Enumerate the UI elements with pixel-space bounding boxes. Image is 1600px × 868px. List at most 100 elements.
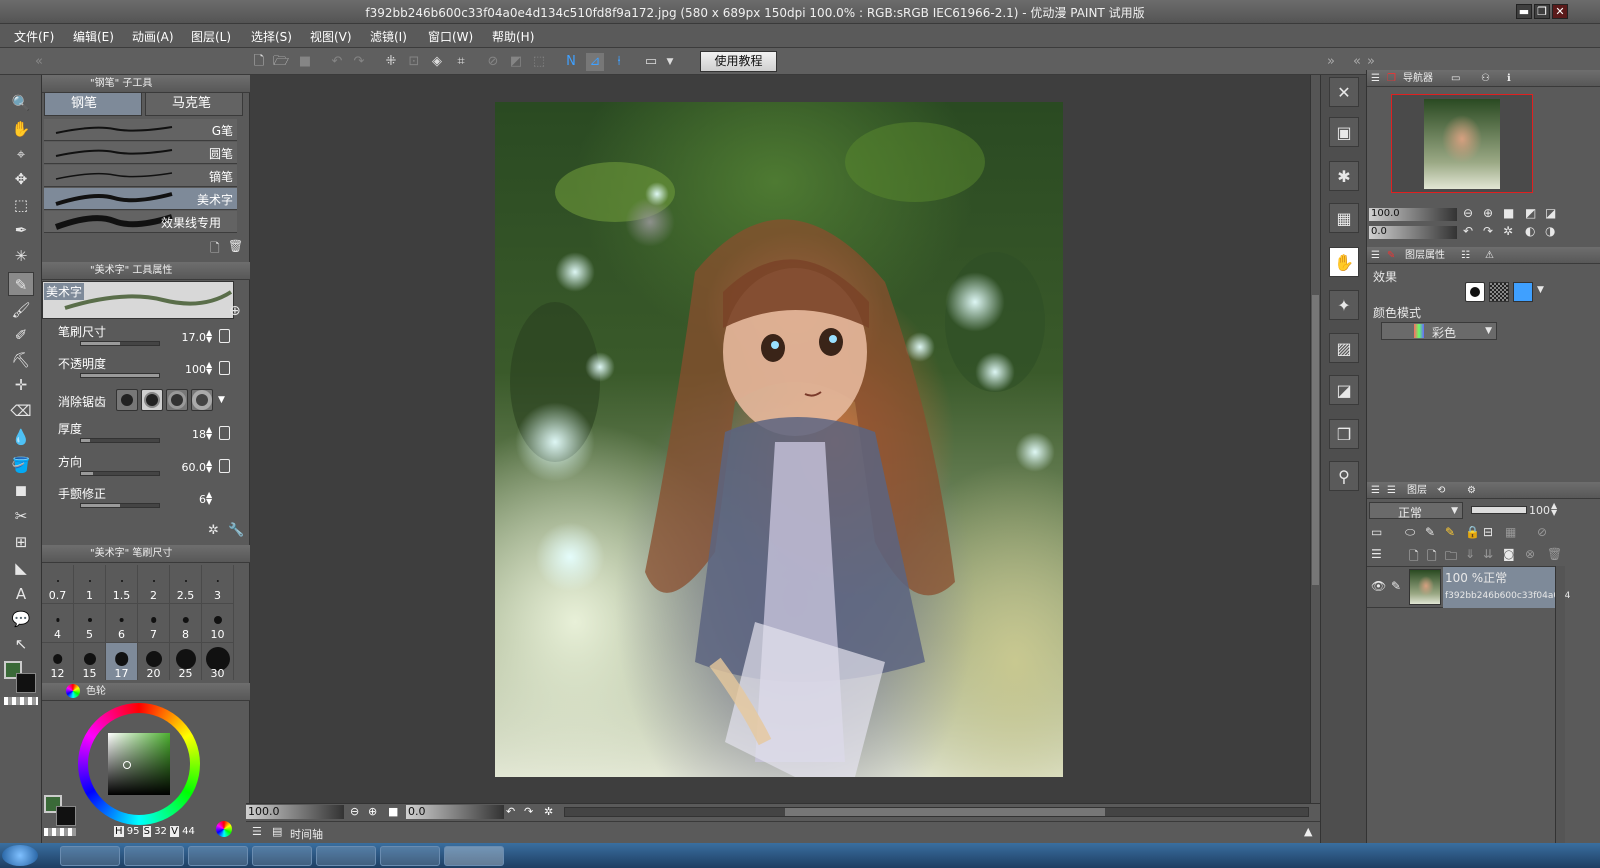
- menu-animation[interactable]: 动画(A): [132, 28, 174, 45]
- new-file-icon[interactable]: 🗋: [250, 53, 268, 71]
- material-close-icon[interactable]: ✕: [1329, 77, 1359, 107]
- eyedropper-tool-icon[interactable]: ✒: [8, 218, 34, 242]
- airbrush-tool-icon[interactable]: ⛏: [8, 348, 34, 372]
- pencil-tool-icon[interactable]: 🖌: [8, 298, 34, 322]
- sub-color-chip[interactable]: [56, 806, 76, 826]
- antialias-strong-button[interactable]: [191, 389, 213, 411]
- material-image-icon[interactable]: ▣: [1329, 117, 1359, 147]
- menu-view[interactable]: 视图(V): [310, 28, 352, 45]
- pressure-toggle[interactable]: [219, 459, 230, 473]
- rotate-right-icon[interactable]: ↷: [1483, 224, 1493, 238]
- brush-size-preset[interactable]: 8: [170, 604, 202, 643]
- mask-add-icon[interactable]: ◙: [1503, 547, 1515, 561]
- antialias-none-button[interactable]: [116, 389, 138, 411]
- transfer-down-icon[interactable]: ⇓: [1465, 547, 1475, 561]
- add-brush-icon[interactable]: 🗋: [210, 239, 220, 260]
- brush-size-preset[interactable]: 30: [202, 643, 234, 680]
- spinner-icon[interactable]: ▲ ▼: [206, 426, 212, 441]
- animation-cel-tab-icon[interactable]: ⟲: [1437, 482, 1445, 499]
- brush-size-row[interactable]: 笔刷尺寸 17.0 ▲ ▼: [42, 321, 250, 353]
- decoration-tool-icon[interactable]: ✛: [8, 373, 34, 397]
- tab-marker[interactable]: 马克笔: [145, 92, 243, 116]
- eye-icon[interactable]: 👁: [1371, 579, 1386, 593]
- navigator-viewport[interactable]: [1391, 94, 1533, 193]
- fill-tool-icon[interactable]: 🪣: [8, 453, 34, 477]
- brush-size-preset[interactable]: 0.7: [42, 565, 74, 604]
- fit-icon[interactable]: ■: [1503, 206, 1514, 220]
- draft-layer-icon[interactable]: ✎: [1425, 525, 1435, 539]
- menu-icon[interactable]: ☰: [252, 825, 262, 838]
- undo-icon[interactable]: ↶: [328, 53, 346, 71]
- menu-icon[interactable]: ☰: [1371, 70, 1380, 87]
- lock-transparent-icon[interactable]: ✎: [1445, 525, 1455, 539]
- spinner-icon[interactable]: ▲ ▼: [206, 491, 212, 506]
- correct-line-tool-icon[interactable]: ↖: [8, 632, 34, 656]
- brush-size-preset[interactable]: 5: [74, 604, 106, 643]
- brush-size-preset[interactable]: 12: [42, 643, 74, 680]
- rotation-slider[interactable]: 0.0: [406, 805, 504, 819]
- spinner-icon[interactable]: ▲ ▼: [206, 459, 212, 474]
- brush-size-preset[interactable]: 6: [106, 604, 138, 643]
- chevron-down-icon[interactable]: ▼: [1537, 285, 1544, 295]
- material-photo-icon[interactable]: ▨: [1329, 333, 1359, 363]
- horizontal-scrollbar[interactable]: [564, 807, 1309, 817]
- brush-item[interactable]: 镝笔: [44, 165, 237, 187]
- slider[interactable]: [80, 373, 160, 378]
- zoom-slider[interactable]: 100.0: [246, 805, 344, 819]
- tutorial-button[interactable]: 使用教程: [700, 51, 777, 72]
- merge-down-icon[interactable]: ⇊: [1483, 547, 1493, 561]
- layer-scrollbar[interactable]: [1555, 566, 1565, 862]
- move-layer-tool-icon[interactable]: ✥: [8, 167, 34, 191]
- taskbar-app[interactable]: [60, 846, 120, 866]
- new-folder-icon[interactable]: 🗀: [1445, 547, 1457, 568]
- zoom-tool-icon[interactable]: 🔍: [8, 91, 34, 115]
- brush-size-preset[interactable]: 20: [138, 643, 170, 680]
- fit-window-icon[interactable]: ◩: [1525, 206, 1536, 220]
- flip-horizontal-icon[interactable]: ◐: [1525, 224, 1535, 238]
- pen-tool-icon[interactable]: ✎: [8, 272, 34, 296]
- slider[interactable]: [80, 503, 160, 508]
- brush-size-preset[interactable]: 1.5: [106, 565, 138, 604]
- pressure-toggle[interactable]: [219, 329, 230, 343]
- menu-file[interactable]: 文件(F): [14, 28, 54, 45]
- new-vector-layer-icon[interactable]: 🗋: [1427, 547, 1437, 568]
- brush-size-preset[interactable]: 3: [202, 565, 234, 604]
- apply-mask-icon[interactable]: ⊗: [1525, 547, 1535, 561]
- color-square[interactable]: [108, 733, 170, 795]
- taskbar-app[interactable]: [252, 846, 312, 866]
- spinner-icon[interactable]: ▲ ▼: [206, 329, 212, 344]
- wrench-icon[interactable]: 🔧: [228, 523, 244, 538]
- delete-layer-icon[interactable]: 🗑: [1547, 547, 1562, 561]
- brush-size-preset[interactable]: 7: [138, 604, 170, 643]
- menu-select[interactable]: 选择(S): [251, 28, 292, 45]
- tone-effect-button[interactable]: [1489, 282, 1509, 302]
- pressure-toggle[interactable]: [219, 426, 230, 440]
- close-button[interactable]: ✕: [1552, 4, 1568, 19]
- ruler-tool-icon[interactable]: ◣: [8, 556, 34, 580]
- artwork-image[interactable]: [495, 102, 1063, 777]
- redo-icon[interactable]: ↷: [350, 53, 368, 71]
- antialias-weak-button[interactable]: [141, 389, 163, 411]
- flip-icon[interactable]: ◪: [1545, 206, 1556, 220]
- collapse-left-icon[interactable]: «: [30, 53, 48, 71]
- brush-size-preset[interactable]: 2: [138, 565, 170, 604]
- layer-row[interactable]: 👁 ✎ 100 %正常 f392bb246b600c33f04a0e4: [1367, 566, 1570, 608]
- operation-tool-icon[interactable]: ⌖: [8, 142, 34, 166]
- brush-item[interactable]: G笔: [44, 119, 237, 141]
- gradient-tool-icon[interactable]: ◼: [8, 478, 34, 502]
- layer-tab[interactable]: 图层: [1407, 482, 1427, 499]
- minimize-button[interactable]: ▬: [1516, 4, 1532, 19]
- zoom-in-icon[interactable]: ⊕: [1483, 206, 1493, 220]
- brush-size-preset[interactable]: 25: [170, 643, 202, 680]
- reset-rotation-icon[interactable]: ✲: [544, 805, 553, 818]
- eraser-tool-icon[interactable]: ⌫: [8, 399, 34, 423]
- taskbar-app[interactable]: [316, 846, 376, 866]
- tab-pen[interactable]: 钢笔: [44, 92, 142, 116]
- rotate-left-icon[interactable]: ↶: [506, 805, 515, 818]
- rotate-left-icon[interactable]: ↶: [1463, 224, 1473, 238]
- brush-size-preset[interactable]: 2.5: [170, 565, 202, 604]
- menu-help[interactable]: 帮助(H): [492, 28, 534, 45]
- hand-tool-icon[interactable]: ✋: [8, 117, 34, 141]
- vertical-scrollbar[interactable]: [1310, 75, 1320, 817]
- timeline-tab-label[interactable]: 时间轴: [290, 826, 323, 842]
